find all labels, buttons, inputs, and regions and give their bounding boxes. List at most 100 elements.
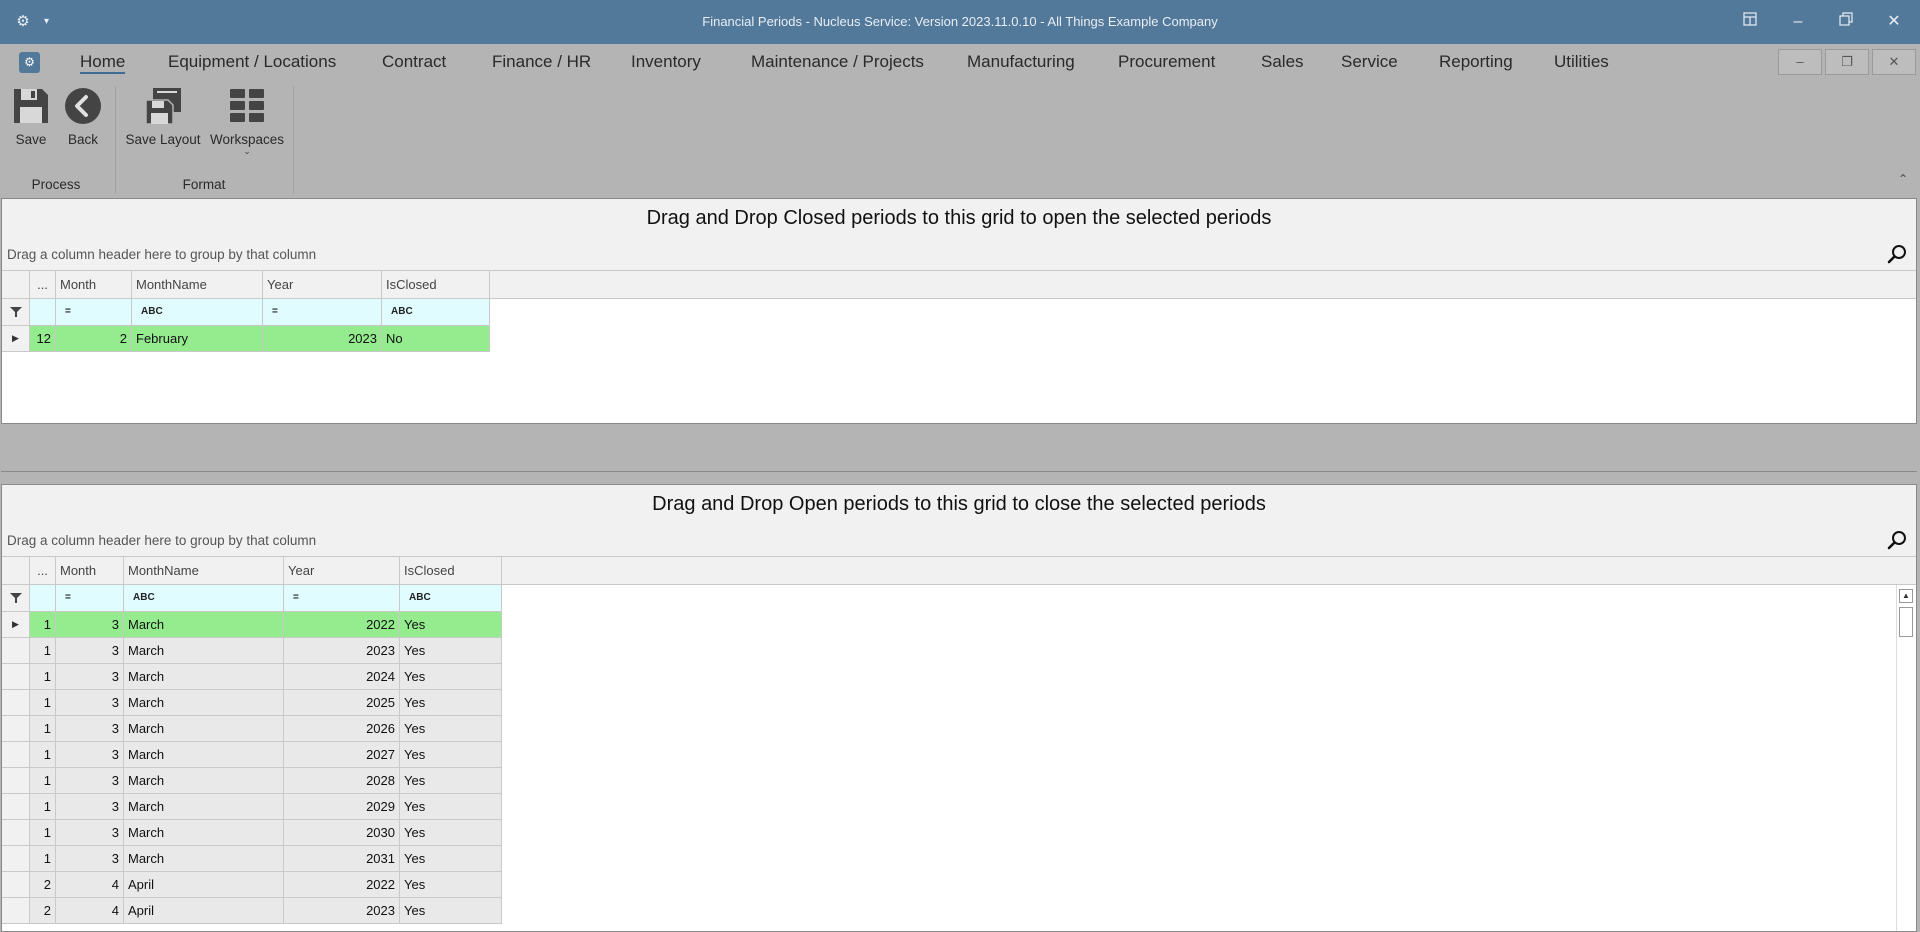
cell-isclosed[interactable]: No <box>382 326 490 352</box>
cell-isclosed[interactable]: Yes <box>400 690 502 716</box>
table-row[interactable]: 2 4 April 2023 Yes <box>2 898 1916 924</box>
cell-month[interactable]: 3 <box>56 768 124 794</box>
open-periods-grid[interactable]: ... Month MonthName Year IsClosed = ABC … <box>2 557 1916 924</box>
cell-count[interactable]: 2 <box>30 872 56 898</box>
cell-year[interactable]: 2022 <box>284 872 400 898</box>
tab-home[interactable]: Home <box>80 52 126 74</box>
cell-isclosed[interactable]: Yes <box>400 846 502 872</box>
table-row[interactable]: 2 4 April 2022 Yes <box>2 872 1916 898</box>
table-row[interactable]: 1 3 March 2029 Yes <box>2 794 1916 820</box>
save-button[interactable]: Save <box>10 86 52 147</box>
cell-isclosed[interactable]: Yes <box>400 768 502 794</box>
tab-finance-hr[interactable]: Finance / HR <box>492 52 591 74</box>
cell-count[interactable]: 1 <box>30 742 56 768</box>
minimize-button[interactable]: – <box>1782 8 1814 36</box>
cell-count[interactable]: 1 <box>30 612 56 638</box>
close-button[interactable]: ✕ <box>1878 8 1910 36</box>
cell-isclosed[interactable]: Yes <box>400 820 502 846</box>
vertical-scrollbar[interactable]: ▲ <box>1896 585 1916 931</box>
cell-month[interactable]: 3 <box>56 794 124 820</box>
cell-month[interactable]: 3 <box>56 664 124 690</box>
column-header-count[interactable]: ... <box>30 557 56 584</box>
scroll-thumb[interactable] <box>1899 607 1913 637</box>
collapse-ribbon-icon[interactable]: ⌃ <box>1898 172 1908 186</box>
cell-year[interactable]: 2022 <box>284 612 400 638</box>
table-row[interactable]: 1 3 March 2030 Yes <box>2 820 1916 846</box>
cell-monthname[interactable]: March <box>124 716 284 742</box>
cell-count[interactable]: 1 <box>30 794 56 820</box>
cell-monthname[interactable]: April <box>124 898 284 924</box>
cell-monthname[interactable]: March <box>124 742 284 768</box>
cell-monthname[interactable]: March <box>124 612 284 638</box>
back-button[interactable]: Back <box>62 86 104 147</box>
cell-count[interactable]: 1 <box>30 638 56 664</box>
panel-splitter[interactable] <box>1 424 1917 472</box>
table-row[interactable]: 1 3 March 2023 Yes <box>2 638 1916 664</box>
cell-year[interactable]: 2030 <box>284 820 400 846</box>
app-menu-icon[interactable]: ⚙ <box>19 52 40 73</box>
filter-cell-isclosed[interactable]: ABC <box>382 299 490 326</box>
column-header-isclosed[interactable]: IsClosed <box>382 271 490 298</box>
cell-count[interactable]: 1 <box>30 690 56 716</box>
tab-reporting[interactable]: Reporting <box>1439 52 1513 74</box>
cell-year[interactable]: 2031 <box>284 846 400 872</box>
filter-cell-monthname[interactable]: ABC <box>124 585 284 612</box>
column-header-year[interactable]: Year <box>284 557 400 584</box>
filter-cell-count[interactable] <box>30 299 56 326</box>
cell-isclosed[interactable]: Yes <box>400 872 502 898</box>
save-layout-button[interactable]: Save Layout <box>123 86 203 147</box>
workspaces-button[interactable]: Workspaces ⌄ <box>208 86 286 156</box>
cell-month[interactable]: 3 <box>56 820 124 846</box>
filter-cell-month[interactable]: = <box>56 585 124 612</box>
cell-year[interactable]: 2023 <box>284 898 400 924</box>
column-header-month[interactable]: Month <box>56 271 132 298</box>
cell-isclosed[interactable]: Yes <box>400 612 502 638</box>
tab-manufacturing[interactable]: Manufacturing <box>967 52 1075 74</box>
cell-isclosed[interactable]: Yes <box>400 794 502 820</box>
cell-month[interactable]: 4 <box>56 898 124 924</box>
cell-monthname[interactable]: March <box>124 664 284 690</box>
tab-procurement[interactable]: Procurement <box>1118 52 1215 74</box>
cell-monthname[interactable]: February <box>132 326 263 352</box>
table-row[interactable]: ▶ 1 3 March 2022 Yes <box>2 612 1916 638</box>
table-row[interactable]: 1 3 March 2026 Yes <box>2 716 1916 742</box>
cell-isclosed[interactable]: Yes <box>400 664 502 690</box>
table-row[interactable]: 1 3 March 2031 Yes <box>2 846 1916 872</box>
cell-month[interactable]: 4 <box>56 872 124 898</box>
closed-periods-grid[interactable]: ... Month MonthName Year IsClosed = ABC … <box>2 271 1916 352</box>
cell-year[interactable]: 2025 <box>284 690 400 716</box>
mdi-restore-button[interactable]: ❐ <box>1825 49 1869 75</box>
cell-monthname[interactable]: March <box>124 638 284 664</box>
filter-cell-monthname[interactable]: ABC <box>132 299 263 326</box>
cell-year[interactable]: 2028 <box>284 768 400 794</box>
layout-icon[interactable] <box>1734 8 1766 36</box>
cell-count[interactable]: 12 <box>30 326 56 352</box>
cell-month[interactable]: 3 <box>56 846 124 872</box>
cell-year[interactable]: 2026 <box>284 716 400 742</box>
mdi-minimize-button[interactable]: – <box>1778 49 1822 75</box>
cell-month[interactable]: 3 <box>56 742 124 768</box>
filter-cell-year[interactable]: = <box>263 299 382 326</box>
filter-cell-count[interactable] <box>30 585 56 612</box>
cell-count[interactable]: 1 <box>30 820 56 846</box>
cell-month[interactable]: 3 <box>56 638 124 664</box>
filter-cell-year[interactable]: = <box>284 585 400 612</box>
tab-service[interactable]: Service <box>1341 52 1398 74</box>
group-panel[interactable]: Drag a column header here to group by th… <box>2 525 1916 557</box>
cell-month[interactable]: 3 <box>56 612 124 638</box>
restore-button[interactable] <box>1830 8 1862 36</box>
filter-cell-isclosed[interactable]: ABC <box>400 585 502 612</box>
filter-cell-month[interactable]: = <box>56 299 132 326</box>
cell-year[interactable]: 2023 <box>263 326 382 352</box>
cell-year[interactable]: 2023 <box>284 638 400 664</box>
mdi-close-button[interactable]: ✕ <box>1872 49 1916 75</box>
table-row[interactable]: 1 3 March 2025 Yes <box>2 690 1916 716</box>
search-icon[interactable] <box>1886 244 1908 266</box>
tab-maintenance-projects[interactable]: Maintenance / Projects <box>751 52 924 74</box>
cell-count[interactable]: 1 <box>30 768 56 794</box>
cell-year[interactable]: 2029 <box>284 794 400 820</box>
column-header-year[interactable]: Year <box>263 271 382 298</box>
cell-month[interactable]: 3 <box>56 716 124 742</box>
funnel-icon[interactable] <box>2 299 30 326</box>
cell-monthname[interactable]: March <box>124 794 284 820</box>
